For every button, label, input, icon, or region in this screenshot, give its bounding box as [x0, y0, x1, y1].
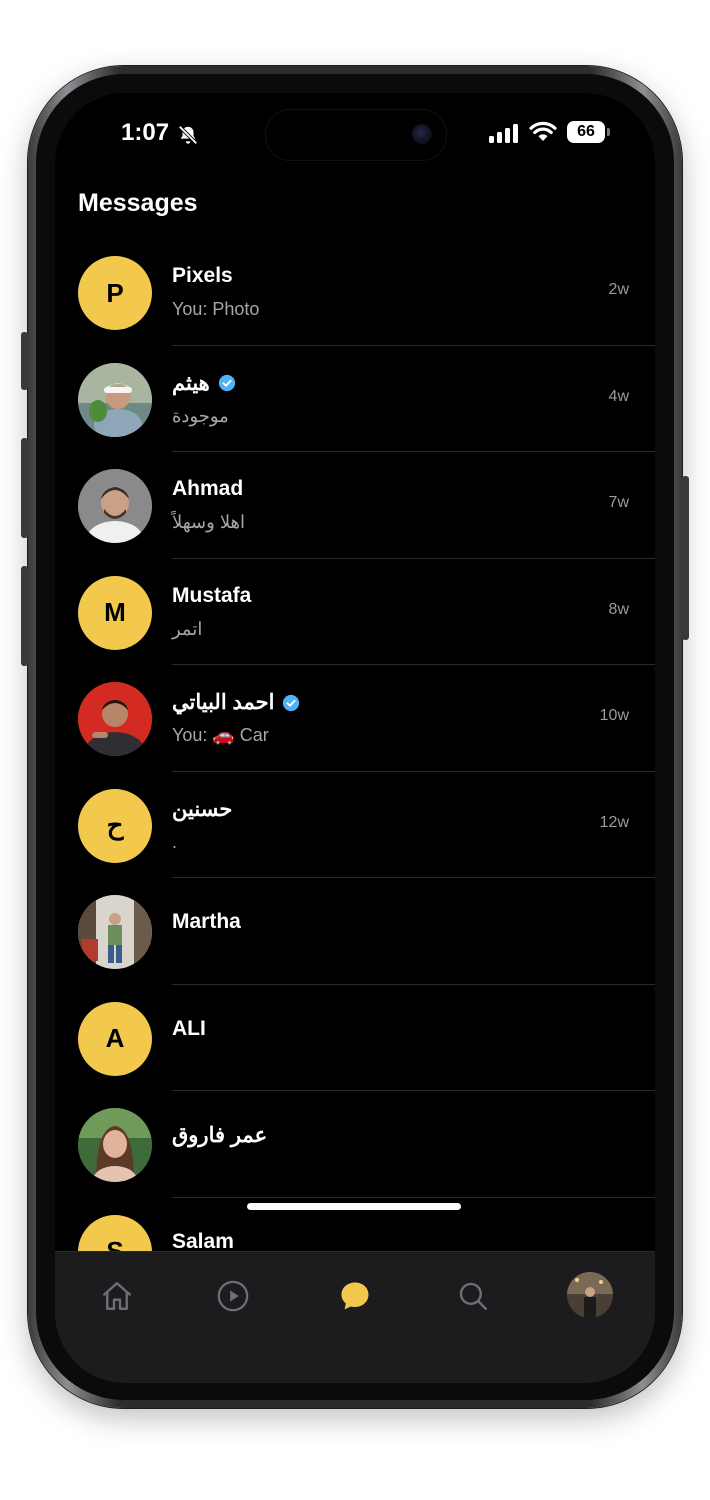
search-icon [459, 1282, 487, 1310]
conversation-row[interactable]: ح حسنين . 12w [55, 772, 655, 878]
avatar [78, 682, 152, 756]
verified-badge-icon [218, 374, 235, 392]
bell-off-icon [178, 125, 198, 145]
tab-messages[interactable] [335, 1276, 375, 1316]
avatar-photo [78, 895, 152, 969]
home-indicator[interactable] [247, 1203, 461, 1210]
message-age: 8w [608, 600, 629, 618]
contact-name: Martha [172, 910, 241, 933]
volume-down-button [21, 566, 28, 666]
conversation-row[interactable]: A ALI [55, 985, 655, 1091]
battery-cap [607, 128, 610, 136]
message-age: 12w [599, 813, 629, 831]
front-camera [412, 124, 432, 144]
contact-name: حسنين [172, 797, 233, 821]
volume-up-button [21, 438, 28, 538]
message-preview: اتمر [172, 618, 203, 639]
home-icon [103, 1282, 131, 1310]
avatar: P [78, 256, 152, 330]
avatar: A [78, 1001, 152, 1076]
tab-home[interactable] [97, 1276, 137, 1316]
conversation-row[interactable]: هيثم موجودة 4w [55, 346, 655, 452]
message-preview: موجودة [172, 405, 229, 426]
contact-name: Mustafa [172, 583, 252, 607]
message-preview: You: Photo [172, 299, 260, 319]
avatar [78, 1108, 152, 1182]
contact-name: Ahmad [172, 477, 244, 500]
avatar [78, 469, 152, 543]
conversation-row[interactable]: Ahmad اهلا وسهلاً 7w [55, 452, 655, 559]
status-time: 1:07 [121, 119, 170, 146]
play-icon [217, 1280, 249, 1312]
action-button [21, 332, 28, 390]
message-preview: . [172, 831, 178, 852]
avatar-photo [78, 1108, 152, 1182]
chat-bubble-icon [341, 1282, 369, 1310]
conversation-row[interactable]: عمر فاروق [55, 1091, 655, 1198]
conversation-row[interactable]: احمد البياتي You: 🚗 Car 10w [55, 665, 655, 772]
cellular-signal-icon [489, 123, 518, 143]
tab-profile[interactable] [567, 1272, 613, 1318]
message-age: 4w [608, 387, 629, 405]
conversation-row[interactable]: P Pixels You: Photo 2w [55, 239, 655, 346]
tab-videos[interactable] [213, 1276, 253, 1316]
message-age: 2w [608, 281, 629, 298]
conversation-row[interactable]: M Mustafa اتمر 8w [55, 559, 655, 665]
avatar-photo [78, 362, 152, 437]
avatar: M [78, 575, 152, 650]
avatar [78, 895, 152, 969]
phone-screen: 1:07 66 Messages P Pixels You: Photo 2w [55, 93, 655, 1383]
conversation-row[interactable]: Martha [55, 878, 655, 985]
contact-name: ALI [172, 1016, 206, 1040]
avatar [78, 362, 152, 437]
avatar-photo [78, 469, 152, 543]
contact-name: هيثم [172, 371, 210, 395]
avatar-photo [78, 682, 152, 756]
profile-avatar [567, 1272, 613, 1318]
dynamic-island [265, 109, 447, 161]
page-title: Messages [78, 189, 198, 217]
message-age: 10w [599, 707, 629, 724]
message-age: 7w [608, 494, 629, 511]
tab-search[interactable] [453, 1276, 493, 1316]
contact-name: احمد البياتي [172, 691, 275, 714]
bottom-tab-bar [55, 1251, 655, 1383]
avatar: ح [78, 788, 152, 863]
message-preview: You: 🚗 Car [172, 725, 269, 745]
verified-badge-icon [283, 694, 300, 711]
battery-indicator: 66 [567, 121, 605, 143]
contact-name: عمر فاروق [172, 1124, 268, 1147]
conversation-list: P Pixels You: Photo 2w هيثم موجودة 4w Ah… [55, 239, 655, 1304]
message-preview: اهلا وسهلاً [172, 512, 246, 532]
wifi-icon [529, 121, 557, 141]
contact-name: Salam [172, 1229, 234, 1253]
contact-name: Pixels [172, 264, 233, 287]
power-button [682, 476, 689, 640]
